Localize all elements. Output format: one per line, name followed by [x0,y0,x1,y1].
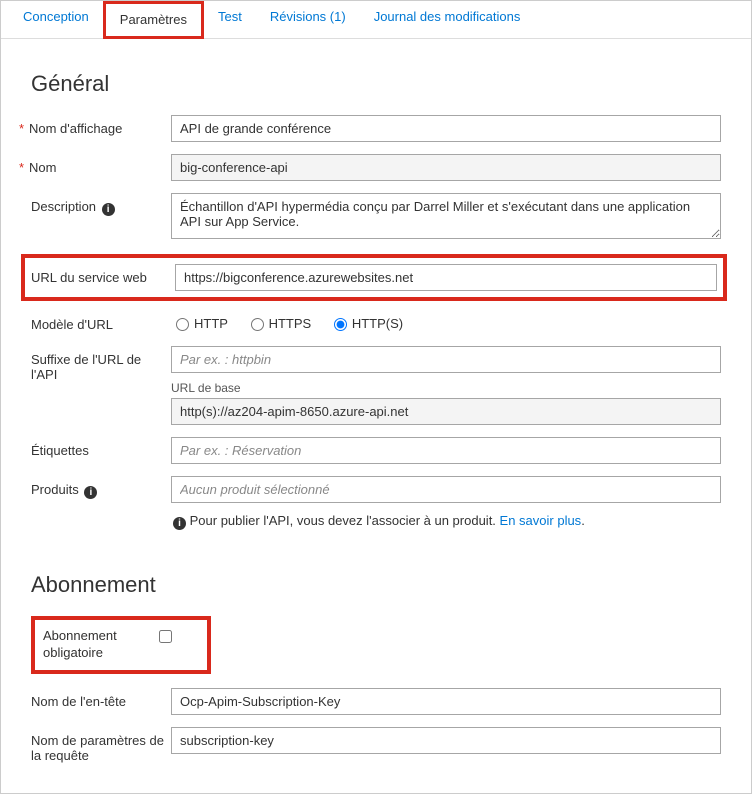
info-icon[interactable]: i [102,203,115,216]
section-heading-general: Général [31,71,721,97]
label-tags: Étiquettes [31,443,89,458]
query-param-input[interactable] [171,727,721,754]
products-input[interactable] [171,476,721,503]
tabs-bar: Conception Paramètres Test Révisions (1)… [1,1,751,39]
label-api-suffix: Suffixe de l'URL de l'API [31,352,141,382]
label-subscription-required: Abonnement obligatoire [43,628,153,662]
tab-test[interactable]: Test [204,1,256,38]
label-display-name: Nom d'affichage [29,121,122,136]
display-name-input[interactable] [171,115,721,142]
label-query-param: Nom de paramètres de la requête [31,733,164,763]
learn-more-link[interactable]: En savoir plus [500,513,582,528]
label-name: Nom [29,160,56,175]
radio-http-both[interactable]: HTTP(S) [329,315,403,331]
products-note-text: Pour publier l'API, vous devez l'associe… [190,513,500,528]
subscription-required-highlight: Abonnement obligatoire [31,616,211,674]
label-header-name: Nom de l'en-tête [31,694,126,709]
web-service-url-highlight: URL du service web [21,254,727,301]
info-icon: i [173,517,186,530]
label-base-url: URL de base [171,381,721,395]
header-name-input[interactable] [171,688,721,715]
base-url-input [171,398,721,425]
tab-parametres[interactable]: Paramètres [103,1,204,39]
section-heading-subscription: Abonnement [31,572,721,598]
radio-https[interactable]: HTTPS [246,315,312,331]
radio-http[interactable]: HTTP [171,315,228,331]
tags-input[interactable] [171,437,721,464]
label-url-scheme: Modèle d'URL [31,317,113,332]
description-textarea[interactable]: Échantillon d'API hypermédia conçu par D… [171,193,721,239]
api-suffix-input[interactable] [171,346,721,373]
tab-revisions[interactable]: Révisions (1) [256,1,360,38]
name-input [171,154,721,181]
subscription-required-checkbox[interactable] [159,630,172,643]
tab-conception[interactable]: Conception [9,1,103,38]
settings-panel: Conception Paramètres Test Révisions (1)… [0,0,752,794]
label-products: Produits [31,482,79,497]
label-description: Description [31,199,96,214]
tab-journal[interactable]: Journal des modifications [360,1,535,38]
label-web-service-url: URL du service web [31,270,147,285]
info-icon[interactable]: i [84,486,97,499]
web-service-url-input[interactable] [175,264,717,291]
